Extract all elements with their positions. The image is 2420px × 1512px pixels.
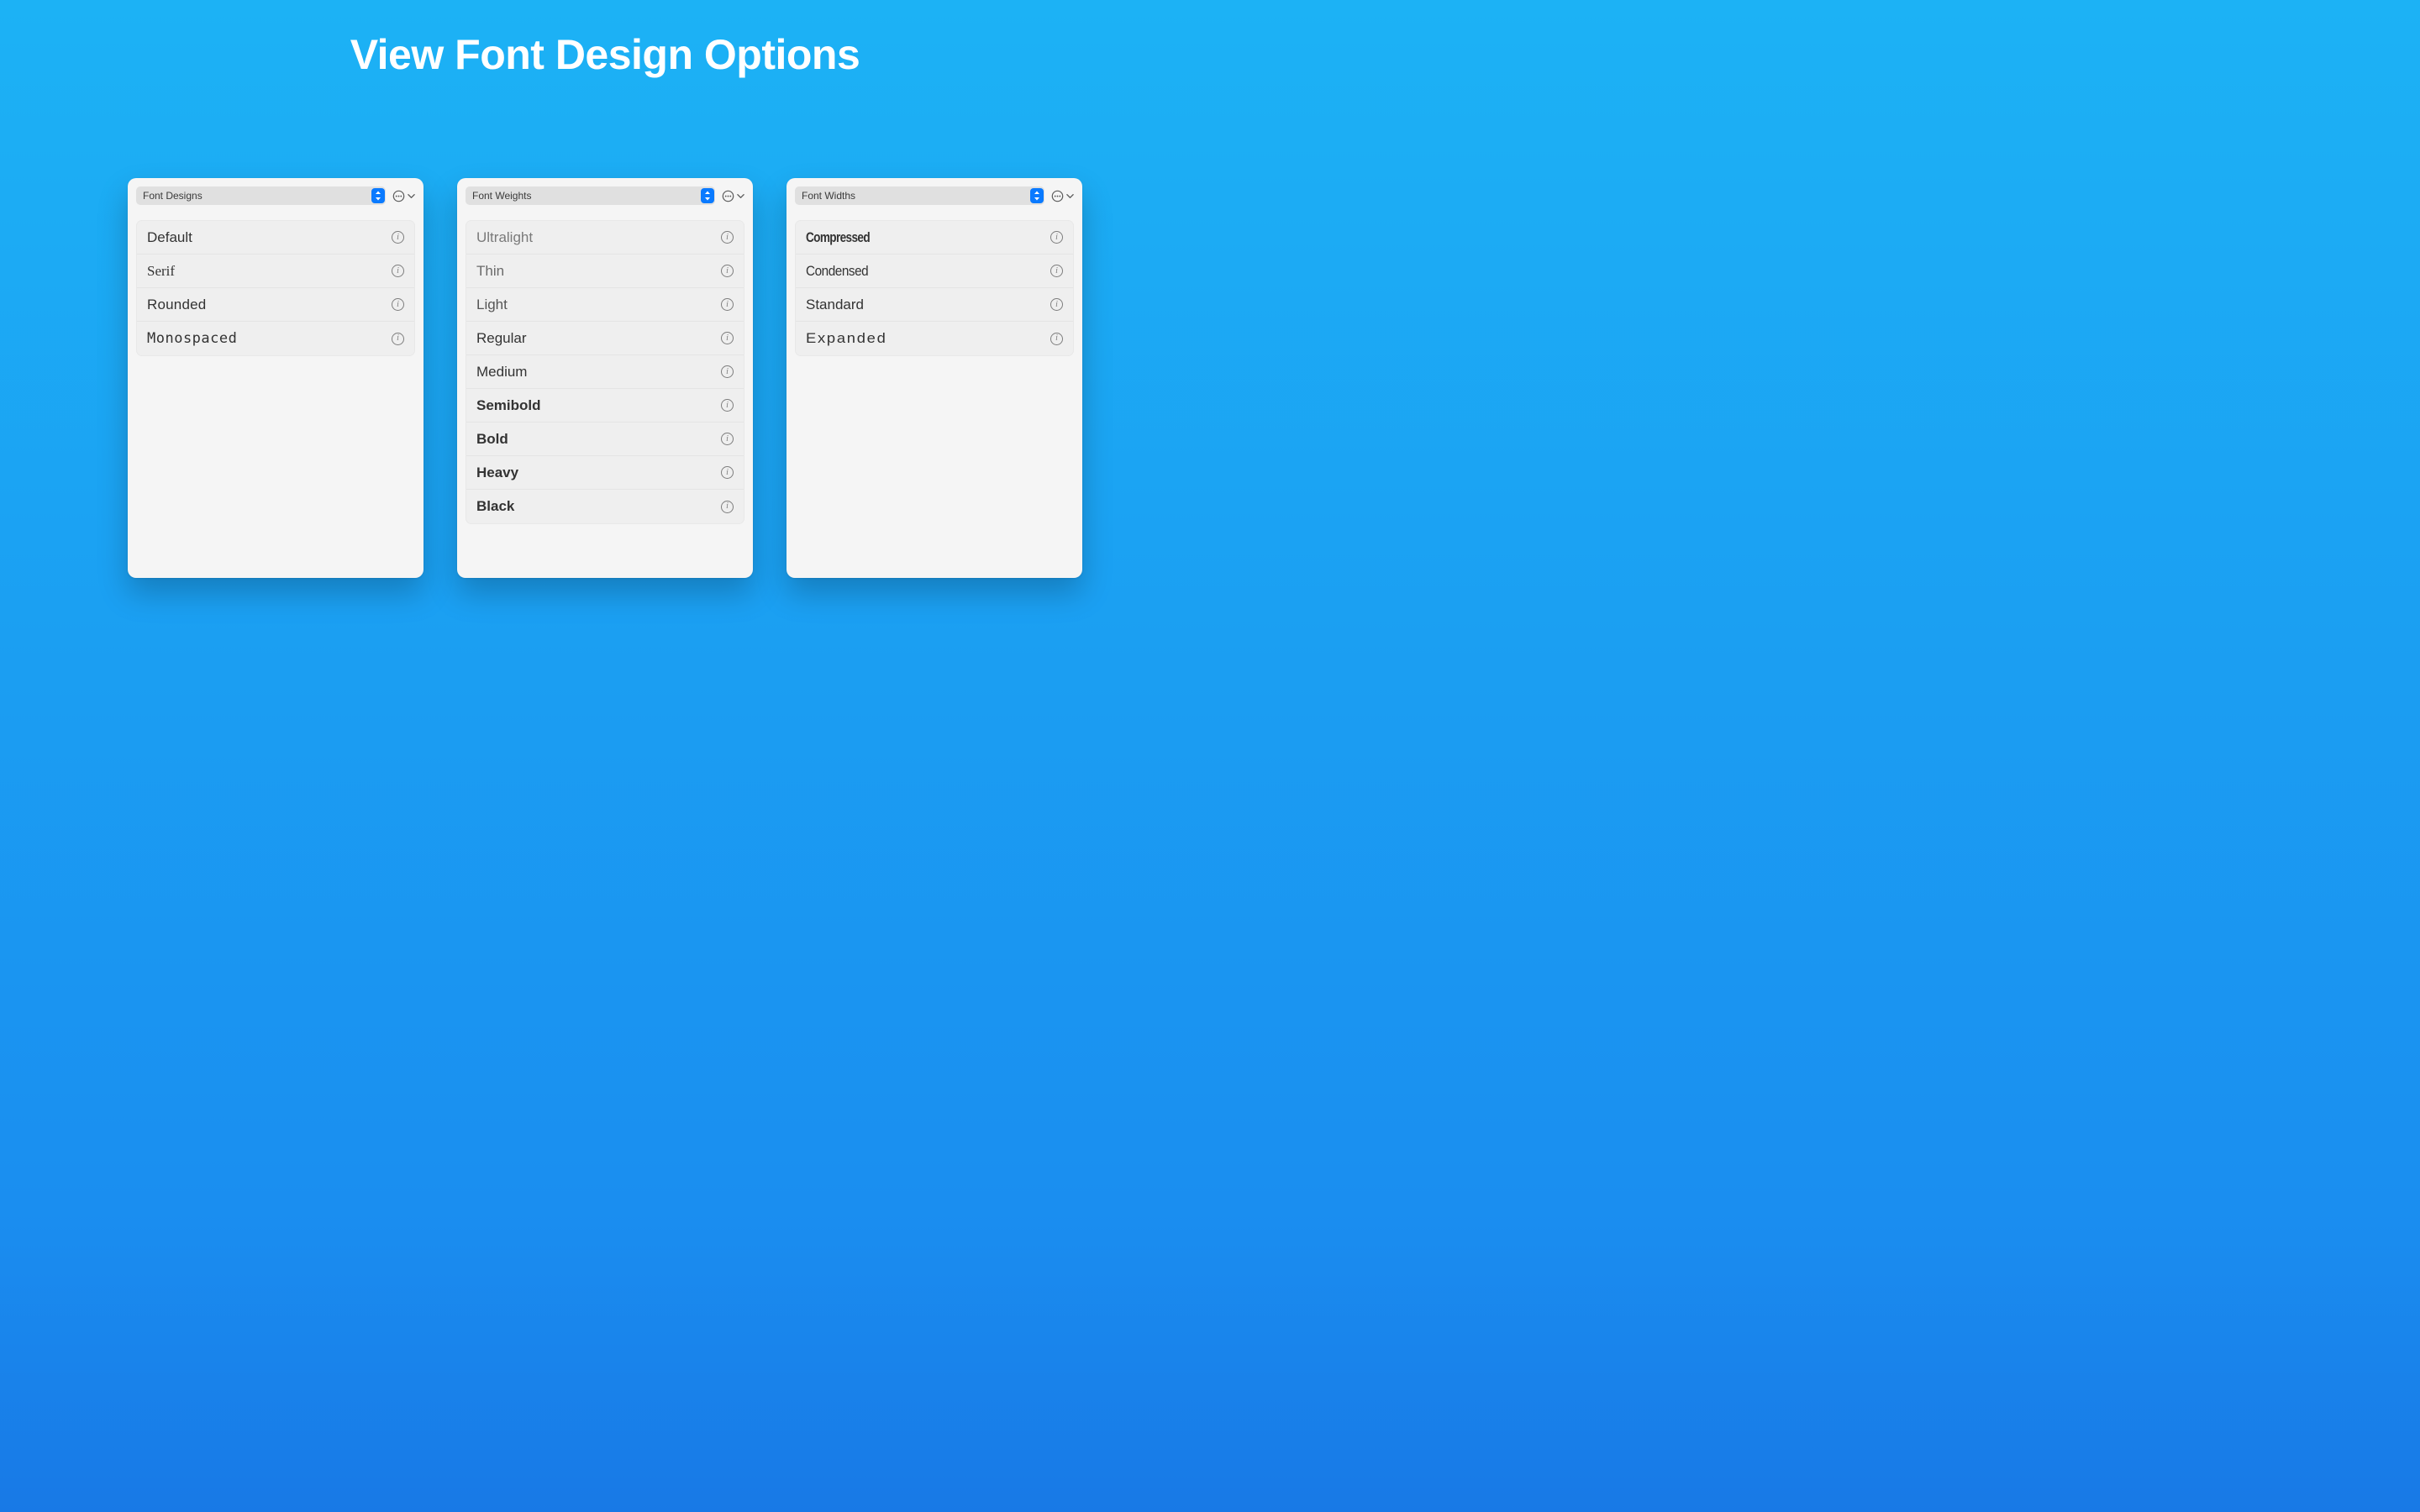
page-title: View Font Design Options <box>0 0 1210 79</box>
panel-font-widths: Font Widths Compressed i Condensed i Stand… <box>786 178 1082 578</box>
row-label: Black <box>476 498 514 515</box>
row-label: Condensed <box>806 263 868 280</box>
row-label: Medium <box>476 364 527 381</box>
panel-more-menu[interactable] <box>392 190 415 202</box>
panel-more-menu[interactable] <box>1051 190 1074 202</box>
row-label: Standard <box>806 297 864 313</box>
row-label: Bold <box>476 431 508 448</box>
list-item[interactable]: Ultralight i <box>466 221 744 255</box>
info-icon[interactable]: i <box>721 332 734 344</box>
list-item[interactable]: Bold i <box>466 423 744 456</box>
row-label: Compressed <box>806 229 870 246</box>
info-icon[interactable]: i <box>1050 265 1063 277</box>
list-item[interactable]: Black i <box>466 490 744 523</box>
font-widths-list: Compressed i Condensed i Standard i Expande… <box>795 220 1074 356</box>
dropdown-label: Font Designs <box>143 190 203 202</box>
info-icon[interactable]: i <box>1050 298 1063 311</box>
info-icon[interactable]: i <box>721 231 734 244</box>
info-icon[interactable]: i <box>721 399 734 412</box>
font-designs-list: Default i Serif i Rounded i Monospaced i <box>136 220 415 356</box>
ellipsis-circle-icon <box>722 190 734 202</box>
row-label: Expanded <box>806 330 887 347</box>
updown-stepper-icon <box>1030 188 1044 203</box>
dropdown-label: Font Weights <box>472 190 531 202</box>
info-icon[interactable]: i <box>721 501 734 513</box>
row-label: Light <box>476 297 508 313</box>
list-item[interactable]: Semibold i <box>466 389 744 423</box>
panel-font-weights: Font Weights Ultralight i Thin i Light i Re… <box>457 178 753 578</box>
info-icon[interactable]: i <box>721 298 734 311</box>
row-label: Default <box>147 229 192 246</box>
ellipsis-circle-icon <box>1051 190 1064 202</box>
list-item[interactable]: Expanded i <box>796 322 1073 355</box>
row-label: Regular <box>476 330 527 347</box>
list-item[interactable]: Monospaced i <box>137 322 414 355</box>
info-icon[interactable]: i <box>721 365 734 378</box>
info-icon[interactable]: i <box>721 433 734 445</box>
row-label: Serif <box>147 263 175 280</box>
panel-header: Font Weights <box>466 186 744 205</box>
list-item[interactable]: Thin i <box>466 255 744 288</box>
dropdown-label: Font Widths <box>802 190 855 202</box>
panel-header: Font Widths <box>795 186 1074 205</box>
font-weights-list: Ultralight i Thin i Light i Regular i Medium… <box>466 220 744 524</box>
info-icon[interactable]: i <box>721 466 734 479</box>
font-designs-dropdown[interactable]: Font Designs <box>136 186 386 205</box>
font-weights-dropdown[interactable]: Font Weights <box>466 186 715 205</box>
info-icon[interactable]: i <box>1050 231 1063 244</box>
chevron-down-icon <box>408 192 415 200</box>
list-item[interactable]: Serif i <box>137 255 414 288</box>
info-icon[interactable]: i <box>392 265 404 277</box>
list-item[interactable]: Condensed i <box>796 255 1073 288</box>
panel-font-designs: Font Designs Default i Serif i <box>128 178 424 578</box>
list-item[interactable]: Medium i <box>466 355 744 389</box>
row-label: Monospaced <box>147 330 237 347</box>
info-icon[interactable]: i <box>721 265 734 277</box>
panel-more-menu[interactable] <box>722 190 744 202</box>
info-icon[interactable]: i <box>392 333 404 345</box>
list-item[interactable]: Rounded i <box>137 288 414 322</box>
row-label: Ultralight <box>476 229 533 246</box>
row-label: Heavy <box>476 465 518 481</box>
info-icon[interactable]: i <box>392 298 404 311</box>
list-item[interactable]: Heavy i <box>466 456 744 490</box>
list-item[interactable]: Compressed i <box>796 221 1073 255</box>
updown-stepper-icon <box>371 188 385 203</box>
panel-header: Font Designs <box>136 186 415 205</box>
row-label: Semibold <box>476 397 541 414</box>
chevron-down-icon <box>737 192 744 200</box>
panels-container: Font Designs Default i Serif i <box>0 178 1210 578</box>
row-label: Thin <box>476 263 504 280</box>
list-item[interactable]: Default i <box>137 221 414 255</box>
font-widths-dropdown[interactable]: Font Widths <box>795 186 1044 205</box>
info-icon[interactable]: i <box>1050 333 1063 345</box>
info-icon[interactable]: i <box>392 231 404 244</box>
chevron-down-icon <box>1066 192 1074 200</box>
list-item[interactable]: Regular i <box>466 322 744 355</box>
updown-stepper-icon <box>701 188 714 203</box>
list-item[interactable]: Standard i <box>796 288 1073 322</box>
row-label: Rounded <box>147 297 206 313</box>
list-item[interactable]: Light i <box>466 288 744 322</box>
ellipsis-circle-icon <box>392 190 405 202</box>
